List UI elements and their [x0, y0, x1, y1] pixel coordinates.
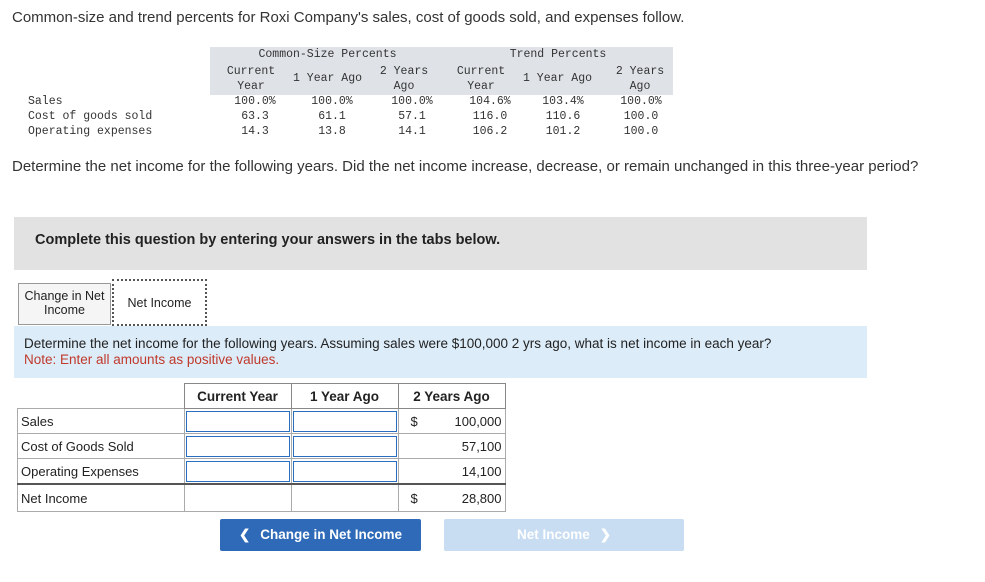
net-income-2-years-ago-value: 28,800 — [461, 490, 502, 506]
banner-text: Complete this question by entering your … — [35, 232, 501, 248]
tab-change-in-net-income[interactable]: Change in Net Income — [18, 283, 111, 325]
col-header-current-year: Current Year — [183, 383, 292, 409]
col-header-trend-2yr: 2 Years Ago — [615, 65, 665, 93]
col-header-trend-current: Current Year — [456, 65, 506, 93]
dollar-sign: $ — [410, 490, 418, 506]
instructions-note: Note: Enter all amounts as positive valu… — [24, 352, 280, 367]
prev-tab-button[interactable]: ❮ Change in Net Income — [220, 519, 421, 551]
instructions-text: Determine the net income for the followi… — [24, 336, 772, 351]
tab-net-income[interactable]: Net Income — [112, 279, 207, 326]
answer-grid: Current Year 1 Year Ago 2 Years Ago Sale… — [17, 383, 506, 512]
grid-row-cogs: Cost of Goods Sold 57,100 — [17, 433, 506, 459]
opex-current-year-input[interactable] — [185, 460, 290, 482]
net-income-current-year-cell[interactable] — [183, 483, 292, 512]
group-header-trend: Trend Percents — [509, 48, 607, 61]
opex-1-year-ago-input[interactable] — [292, 460, 397, 482]
cogs-2-years-ago-value: 57,100 — [397, 433, 506, 459]
col-header-1-year-ago: 1 Year Ago — [290, 383, 399, 409]
cogs-current-year-input[interactable] — [185, 435, 290, 457]
row-label: Net Income — [17, 483, 185, 512]
tab-instructions: Determine the net income for the followi… — [14, 326, 867, 378]
prev-button-label: Change in Net Income — [260, 527, 403, 542]
col-header-current: Current Year — [226, 65, 276, 93]
cogs-1-year-ago-input[interactable] — [292, 435, 397, 457]
group-header-common: Common-Size Percents — [258, 48, 397, 61]
grid-row-sales: Sales $ 100,000 — [17, 408, 506, 434]
data-table: Common-Size Percents Trend Percents Curr… — [0, 0, 985, 150]
next-button-label: Net Income — [516, 527, 590, 542]
chevron-right-icon: ❯ — [599, 527, 612, 542]
sales-current-year-input[interactable] — [185, 410, 290, 432]
col-header-trend-1yr: 1 Year Ago — [522, 72, 592, 85]
grid-header-row: Current Year 1 Year Ago 2 Years Ago — [18, 383, 506, 409]
question-text: Determine the net income for the followi… — [12, 158, 919, 175]
grid-row-net-income: Net Income $ 28,800 — [17, 483, 506, 512]
sales-1-year-ago-input[interactable] — [292, 410, 397, 432]
chevron-left-icon: ❮ — [238, 527, 251, 542]
opex-2-years-ago-value: 14,100 — [397, 458, 506, 485]
dollar-sign: $ — [410, 413, 418, 429]
row-label: Sales — [17, 408, 184, 434]
next-tab-button[interactable]: Net Income ❯ — [444, 519, 684, 551]
row-label: Operating Expenses — [17, 458, 184, 484]
net-income-1-year-ago-cell[interactable] — [290, 483, 399, 512]
instruction-banner: Complete this question by entering your … — [14, 217, 867, 270]
sales-2-years-ago-value: 100,000 — [454, 413, 502, 429]
col-header-1yr: 1 Year Ago — [292, 72, 362, 85]
col-header-2-years-ago: 2 Years Ago — [397, 383, 506, 409]
col-header-2yr: 2 Years Ago — [379, 65, 429, 93]
row-label: Cost of Goods Sold — [17, 433, 184, 459]
grid-row-opex: Operating Expenses 14,100 — [17, 458, 506, 485]
